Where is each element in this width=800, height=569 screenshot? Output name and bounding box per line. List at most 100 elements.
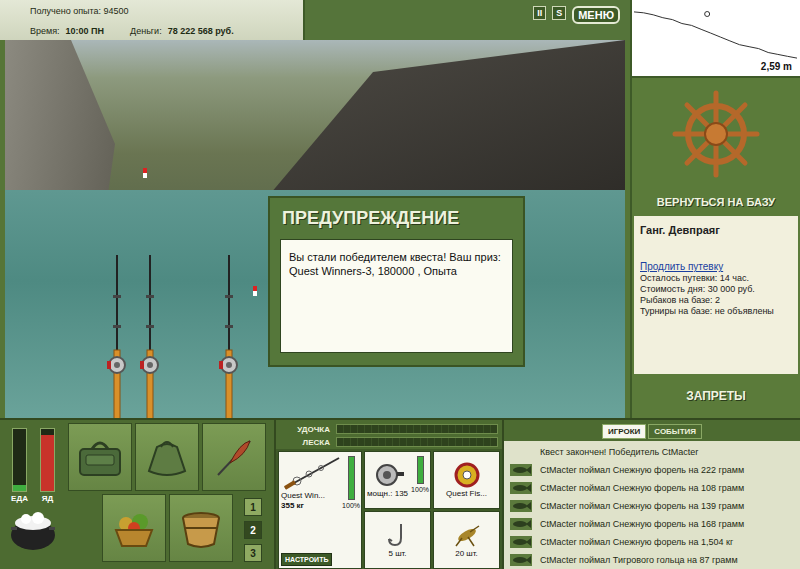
meter-fill — [13, 485, 26, 491]
log-entries: Квест закончен! Победитель CtMacter CtMa… — [504, 441, 800, 569]
line-slot[interactable]: Quest Fis... — [433, 451, 500, 509]
base-info: Ганг. Девпраяг Продлить путевку Осталось… — [634, 216, 798, 374]
log-entry: Квест закончен! Победитель CtMacter — [510, 445, 794, 459]
inventory-tiles: 1 2 3 — [66, 420, 274, 569]
base-detail: Осталось путевки: 14 час. — [640, 273, 792, 283]
top-control-button[interactable]: МЕНЮ — [572, 6, 620, 24]
rod-slot[interactable]: Quest Win... 355 кг НАСТРОИТЬ 100% — [278, 451, 362, 569]
setup-button[interactable]: НАСТРОИТЬ — [281, 553, 332, 566]
rod-name: Quest Win... — [281, 491, 325, 500]
meter-track — [40, 428, 55, 492]
time-label: Время: — [30, 26, 60, 36]
meter-label: ЯД — [42, 494, 53, 503]
grasshopper-icon — [452, 522, 482, 548]
depth-reading: 2,59 m — [761, 61, 792, 72]
tackle-panel: УДОЧКА ЛЕСКА Quest Win... 355 кг НАСТРОИ… — [274, 420, 502, 569]
wheel-area — [632, 78, 800, 190]
log-tab[interactable]: СОБЫТИЯ — [648, 424, 702, 439]
event-log: ИГРОКИСОБЫТИЯ Квест закончен! Победитель… — [502, 420, 800, 569]
log-entry: CtMacter поймал Снежную форель на 139 гр… — [510, 499, 794, 513]
sack-icon — [143, 435, 191, 479]
wear-track — [417, 456, 424, 484]
fish-icon — [510, 518, 532, 530]
hook-icon — [383, 522, 413, 548]
location: Ганг. Девпраяг — [640, 224, 792, 236]
dialog-message: Вы стали победителем квеста! Ваш приз: Q… — [280, 239, 513, 353]
meter-track — [12, 428, 27, 492]
bans-button[interactable]: ЗАПРЕТЫ — [632, 374, 800, 418]
tile-row: 1 2 3 — [68, 494, 272, 562]
inventory-tile[interactable] — [135, 423, 199, 491]
set-button[interactable]: 3 — [244, 544, 262, 562]
bait-count: 20 шт. — [455, 549, 478, 558]
log-text: Квест закончен! Победитель CtMacter — [540, 447, 698, 457]
extend-link[interactable]: Продлить путевку — [640, 261, 792, 272]
log-text: CtMacter поймал Снежную форель на 222 гр… — [540, 465, 744, 475]
tile-row — [68, 423, 272, 491]
tackle-sets: 1 2 3 — [236, 494, 262, 562]
hook-slot[interactable]: 5 шт. — [364, 511, 431, 569]
fish-icon — [510, 500, 532, 512]
meter-label: ЕДА — [11, 494, 28, 503]
base-detail: Рыбаков на базе: 2 — [640, 295, 792, 305]
inventory-tile[interactable] — [169, 494, 233, 562]
log-text: CtMacter поймал Снежную форель на 168 гр… — [540, 519, 744, 529]
inventory-tile[interactable] — [68, 423, 132, 491]
tension-row: УДОЧКА — [286, 424, 498, 434]
tension-bars: УДОЧКА ЛЕСКА — [276, 420, 502, 449]
tension-label: ЛЕСКА — [286, 438, 330, 447]
fish-icon — [510, 464, 532, 476]
reel-icon — [371, 462, 405, 488]
wear-fill — [418, 457, 423, 483]
ship-wheel-icon[interactable] — [671, 89, 761, 179]
tension-row: ЛЕСКА — [286, 437, 498, 447]
log-tab[interactable]: ИГРОКИ — [602, 424, 646, 439]
rod-load: 355 кг — [281, 501, 304, 510]
tackle-grid: мощн.: 135 100% Quest Fis... 5 шт. 20 шт… — [364, 451, 500, 569]
line-info: Quest Fis... — [434, 452, 499, 508]
log-text: CtMacter поймал Тигрового гольца на 87 г… — [540, 555, 738, 565]
wear-track — [348, 456, 355, 500]
set-button[interactable]: 1 — [244, 498, 262, 516]
log-tabs: ИГРОКИСОБЫТИЯ — [504, 420, 800, 441]
top-bar: Получено опыта: 94500 Время: 10:00 ПН Де… — [0, 0, 630, 40]
dialog-title: ПРЕДУПРЕЖДЕНИЕ — [270, 198, 523, 235]
rock — [265, 40, 625, 200]
top-control-button[interactable]: S — [552, 6, 566, 20]
wear-fill — [349, 457, 354, 499]
time-value: 10:00 ПН — [66, 26, 105, 36]
set-button[interactable]: 2 — [244, 521, 262, 539]
money-value: 78 222 568 руб. — [168, 26, 234, 36]
inventory-tile[interactable] — [102, 494, 166, 562]
bait-info: 20 шт. — [434, 512, 499, 568]
log-text: CtMacter поймал Снежную форель на 108 гр… — [540, 483, 744, 493]
reel-wear: 100% — [410, 452, 430, 508]
money-label: Деньги: — [130, 26, 162, 36]
wear-label: 100% — [411, 486, 429, 493]
pot-icon[interactable] — [8, 507, 58, 551]
rod-icon[interactable] — [138, 255, 162, 418]
log-entry: CtMacter поймал Снежную форель на 168 гр… — [510, 517, 794, 531]
tension-track — [336, 437, 498, 447]
hook-info: 5 шт. — [365, 512, 430, 568]
top-control-button[interactable]: II — [533, 6, 546, 20]
tackle-slots: Quest Win... 355 кг НАСТРОИТЬ 100% мощн.… — [276, 449, 502, 569]
experience: Получено опыта: 94500 — [30, 6, 293, 16]
bait-slot[interactable]: 20 шт. — [433, 511, 500, 569]
reel-slot[interactable]: мощн.: 135 100% — [364, 451, 431, 509]
bucket-icon — [177, 506, 225, 550]
tension-track — [336, 424, 498, 434]
fish-icon — [510, 536, 532, 548]
rod-icon[interactable] — [217, 255, 241, 418]
base-detail: Стоимость дня: 30 000 руб. — [640, 284, 792, 294]
tension-label: УДОЧКА — [286, 425, 330, 434]
depth-chart: 2,59 m — [632, 0, 800, 78]
return-button[interactable]: ВЕРНУТЬСЯ НА БАЗУ — [632, 190, 800, 214]
log-entry: CtMacter поймал Тигрового гольца на 87 г… — [510, 553, 794, 567]
rod-info: Quest Win... 355 кг НАСТРОИТЬ — [279, 452, 341, 568]
inventory-tile[interactable] — [202, 423, 266, 491]
rod-icon[interactable] — [105, 255, 129, 418]
log-text: CtMacter поймал Снежную форель на 1,504 … — [540, 537, 733, 547]
fishing-scene[interactable]: ПРЕДУПРЕЖДЕНИЕ Вы стали победителем квес… — [5, 40, 625, 418]
